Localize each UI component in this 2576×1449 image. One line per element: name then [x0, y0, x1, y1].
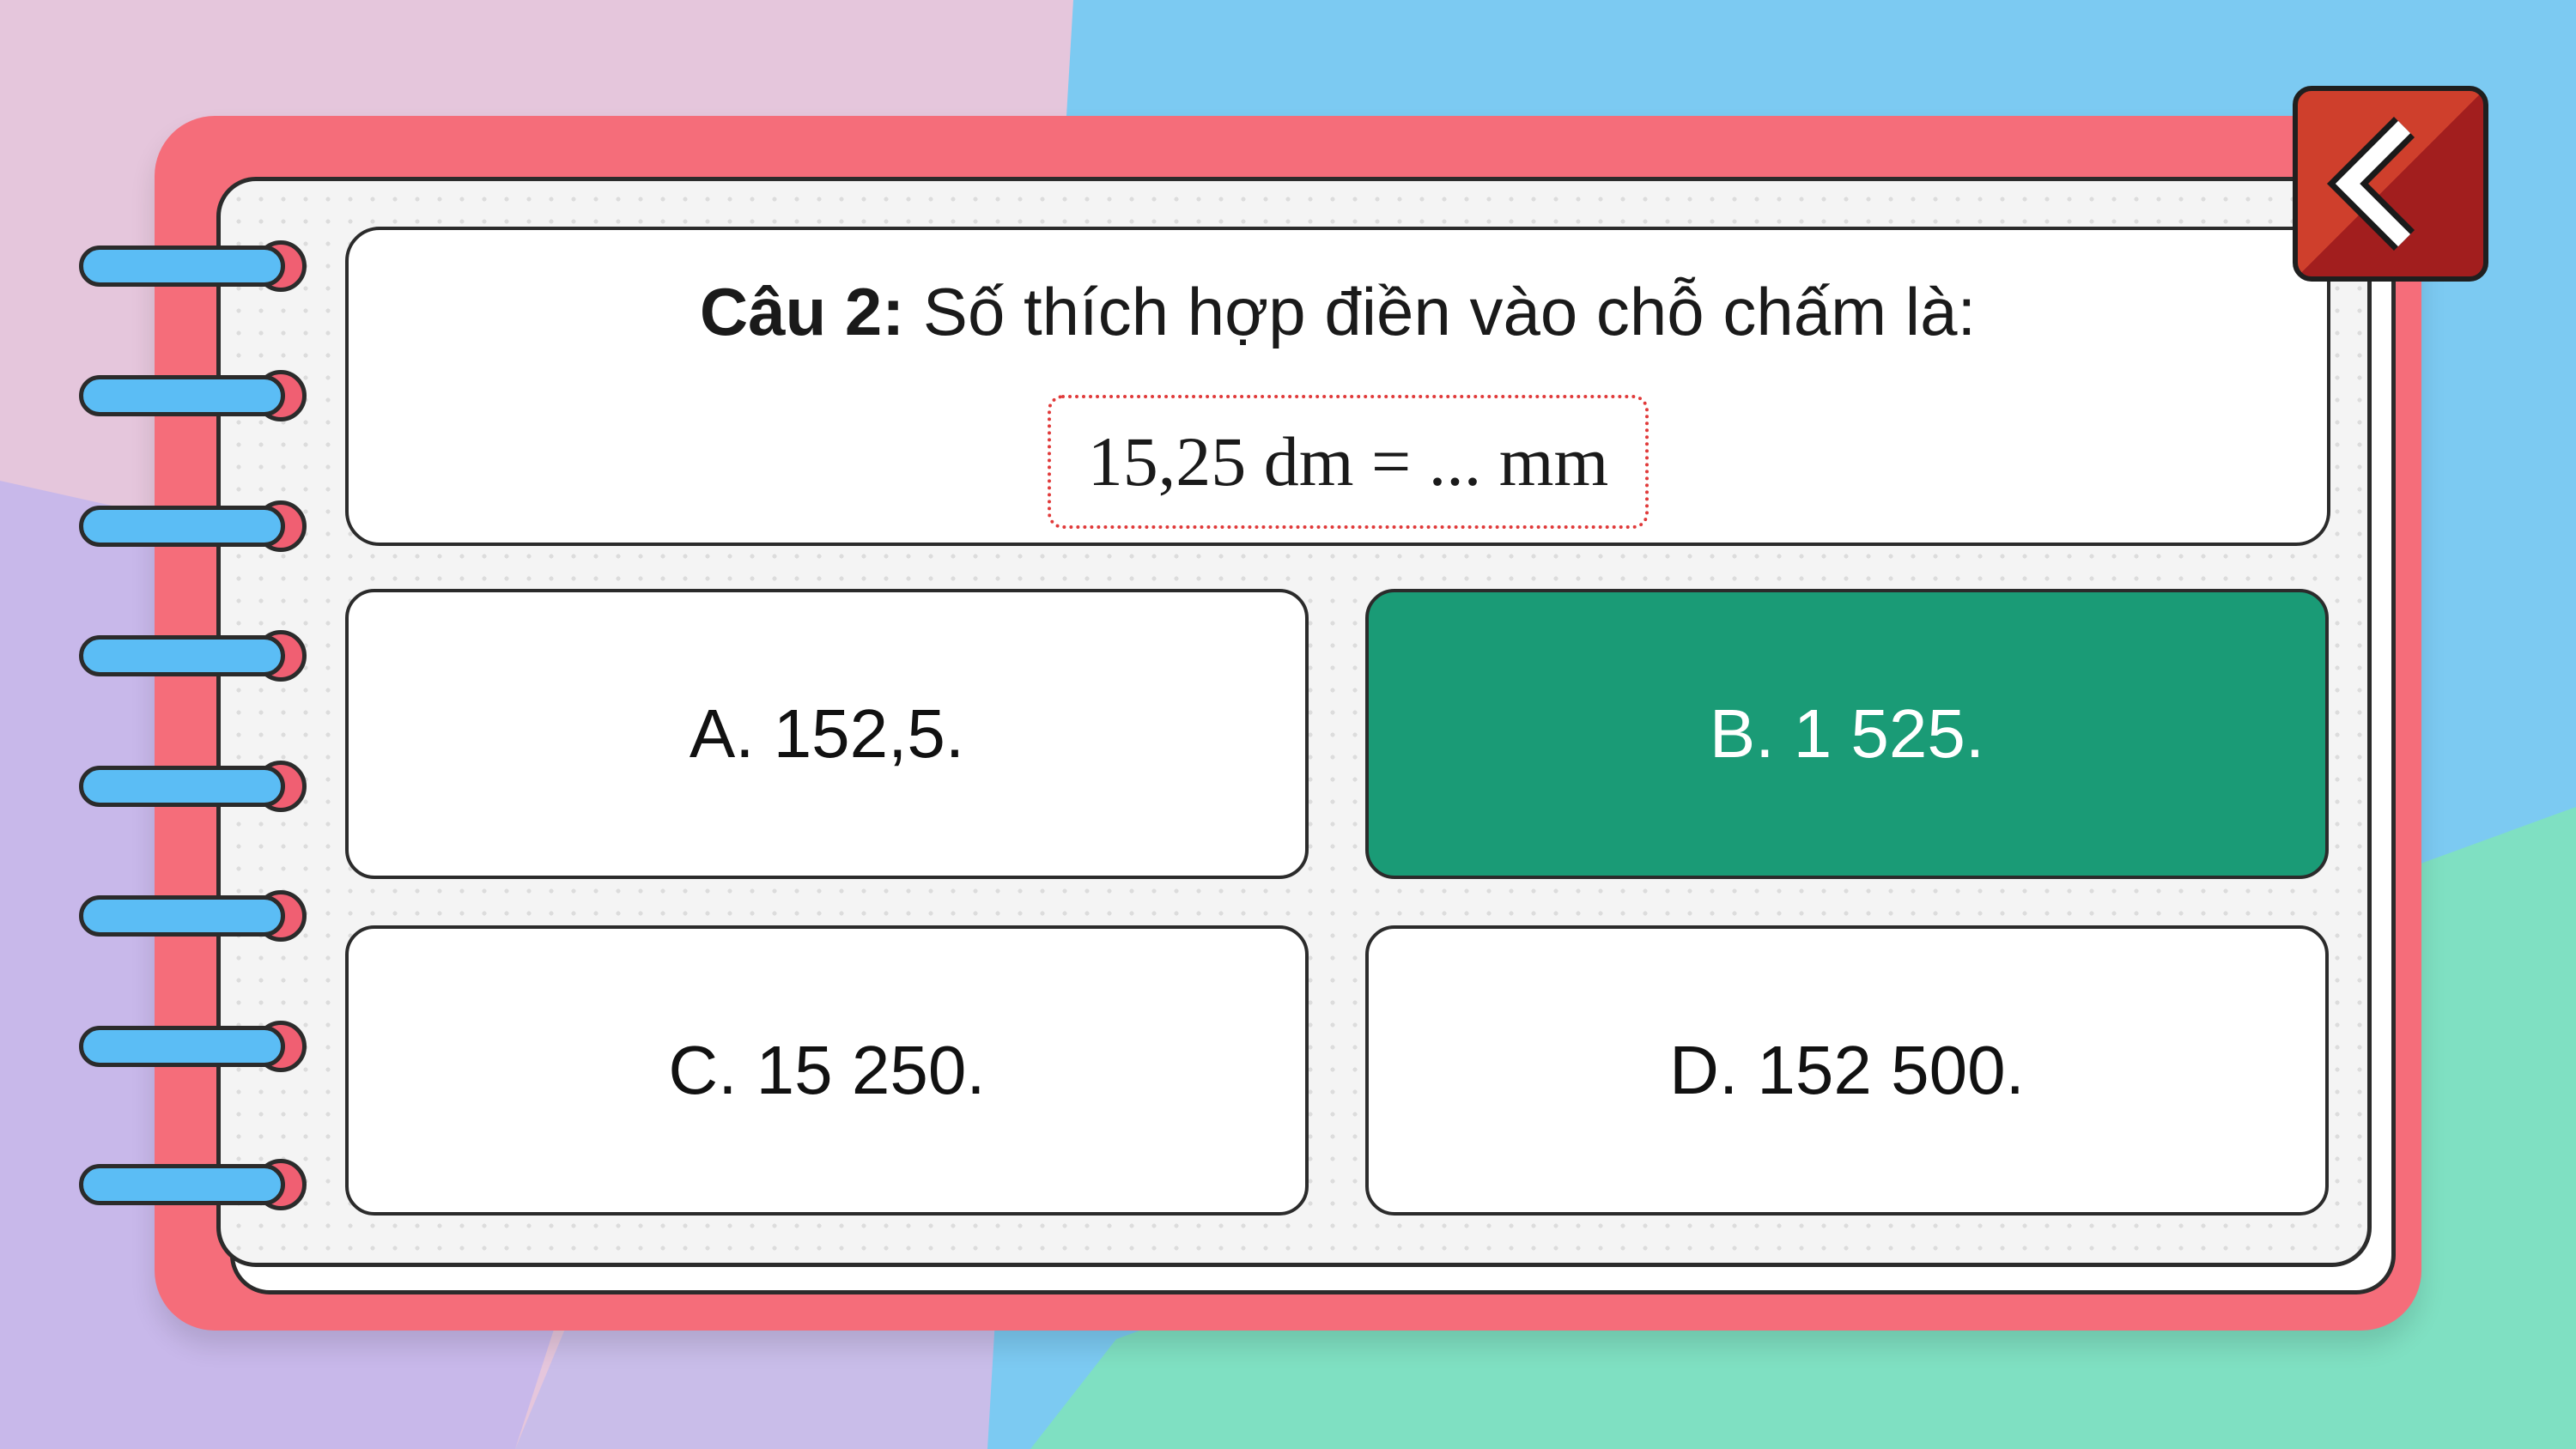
answer-b-label: B. 1 525. [1709, 695, 1985, 772]
ring-bar [79, 635, 285, 676]
answer-c-label: C. 15 250. [668, 1032, 986, 1108]
question-formula: 15,25 dm = ... mm [1048, 395, 1649, 529]
answer-b[interactable]: B. 1 525. [1365, 589, 2329, 879]
spiral-ring [79, 1021, 307, 1072]
spiral-ring [79, 761, 307, 812]
spiral-ring [79, 500, 307, 552]
ring-bar [79, 375, 285, 416]
ring-bar [79, 895, 285, 937]
ring-bar [79, 1164, 285, 1205]
question-text: Câu 2: Số thích hợp điền vào chỗ chấm là… [349, 273, 2327, 351]
question-label: Câu 2: [699, 274, 905, 349]
answer-d-label: D. 152 500. [1669, 1032, 2025, 1108]
spiral-ring [79, 630, 307, 682]
back-button[interactable] [2293, 86, 2488, 282]
ring-bar [79, 1026, 285, 1067]
ring-bar [79, 506, 285, 547]
spiral-ring [79, 240, 307, 292]
ring-bar [79, 766, 285, 807]
ring-bar [79, 246, 285, 287]
question-box: Câu 2: Số thích hợp điền vào chỗ chấm là… [345, 227, 2330, 546]
spiral-ring [79, 370, 307, 421]
question-prompt: Số thích hợp điền vào chỗ chấm là: [904, 274, 1977, 349]
answer-c[interactable]: C. 15 250. [345, 925, 1309, 1216]
spiral-ring [79, 1159, 307, 1210]
answer-a[interactable]: A. 152,5. [345, 589, 1309, 879]
spiral-ring [79, 890, 307, 942]
chevron-left-icon [2326, 116, 2415, 252]
answer-d[interactable]: D. 152 500. [1365, 925, 2329, 1216]
answer-a-label: A. 152,5. [689, 695, 965, 772]
